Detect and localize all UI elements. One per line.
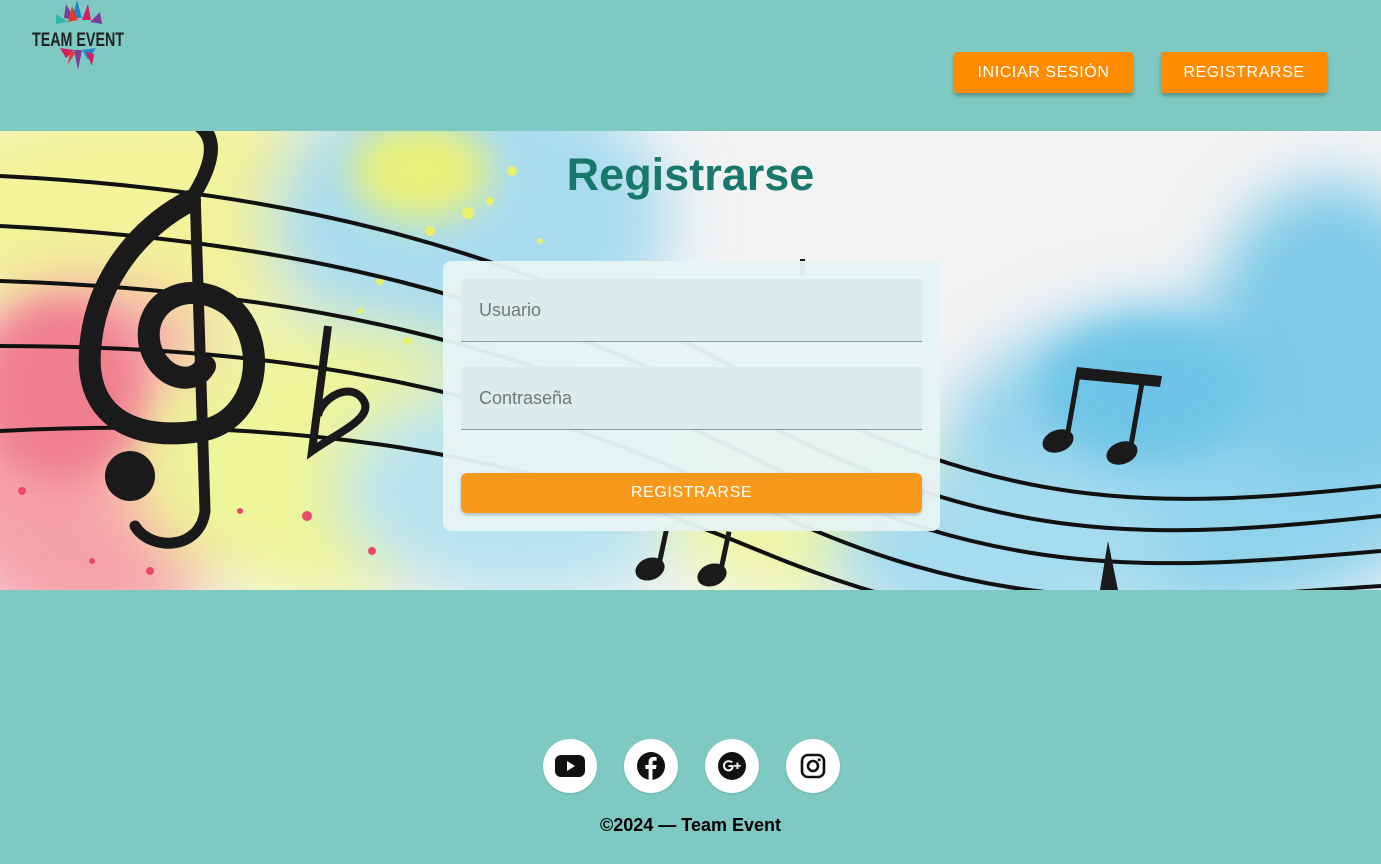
google-plus-link[interactable] [705,739,759,793]
facebook-link[interactable] [624,739,678,793]
google-plus-icon [718,752,746,780]
instagram-icon [800,753,826,779]
password-input[interactable] [461,367,922,429]
site-header: TEAM EVENT INICIAR SESIÓN REGISTRARSE [0,0,1381,131]
youtube-icon [555,755,585,777]
star-burst-logo-icon: TEAM EVENT [32,0,124,70]
register-form: REGISTRARSE [443,261,940,531]
login-button[interactable]: INICIAR SESIÓN [954,52,1133,93]
register-nav-button[interactable]: REGISTRARSE [1161,52,1327,93]
logo-text: TEAM EVENT [32,30,124,51]
youtube-link[interactable] [543,739,597,793]
facebook-icon [637,752,665,780]
hero-section: Registrarse REGISTRARSE [0,131,1381,590]
username-input[interactable] [461,279,922,341]
password-field[interactable] [461,367,922,430]
username-field[interactable] [461,279,922,342]
social-links [543,739,843,793]
team-event-logo[interactable]: TEAM EVENT [30,0,130,72]
instagram-link[interactable] [786,739,840,793]
copyright-text: ©2024 — Team Event [599,815,781,835]
page-title: Registrarse [566,149,815,200]
register-submit-button[interactable]: REGISTRARSE [461,473,922,513]
